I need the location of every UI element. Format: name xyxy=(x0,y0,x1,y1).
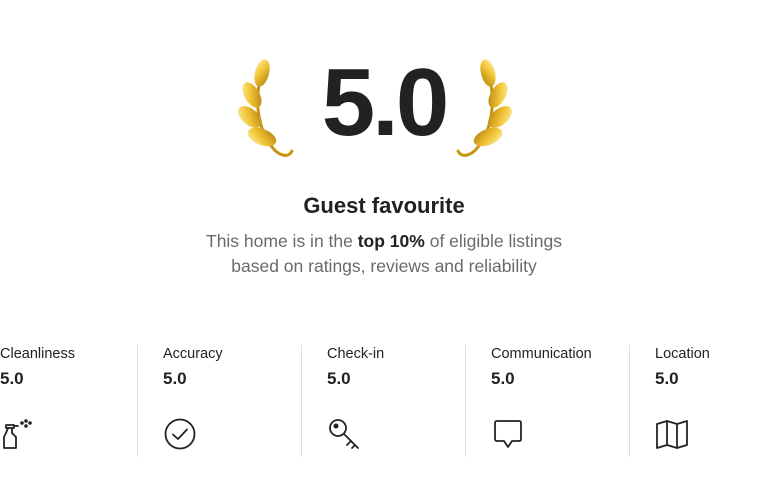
category-score: 5.0 xyxy=(491,369,515,388)
category-score: 5.0 xyxy=(655,369,679,388)
top-percent-highlight: top 10% xyxy=(357,231,425,251)
guest-favourite-title: Guest favourite xyxy=(303,193,465,218)
category-label: Cleanliness xyxy=(0,346,75,362)
description-text: This home is in the xyxy=(206,231,358,251)
category-label: Accuracy xyxy=(163,346,223,362)
guest-favourite-hero: 5.0 Guest favourite This home is in the … xyxy=(0,0,768,300)
overall-rating: 5.0 xyxy=(321,49,449,156)
category-divider xyxy=(629,345,630,457)
category-label: Location xyxy=(655,346,710,362)
check-circle-icon xyxy=(163,417,197,451)
category-divider xyxy=(301,345,302,457)
guest-favourite-description-line1: This home is in the top 10% of eligible … xyxy=(0,231,768,252)
map-icon xyxy=(655,417,689,451)
category-divider xyxy=(137,345,138,457)
category-label: Check-in xyxy=(327,346,385,362)
category-score: 5.0 xyxy=(0,369,24,388)
category-score: 5.0 xyxy=(163,369,187,388)
guest-favourite-description-line2: based on ratings, reviews and reliabilit… xyxy=(231,256,537,276)
category-label: Communication xyxy=(491,346,592,362)
category-divider xyxy=(465,345,466,457)
description-text: of eligible listings xyxy=(424,231,562,251)
category-score: 5.0 xyxy=(327,369,351,388)
key-icon xyxy=(327,417,361,451)
category-ratings: Cleanliness 5.0 Accuracy 5.0 Check-in 5.… xyxy=(0,343,768,458)
spray-bottle-icon xyxy=(0,417,34,451)
chat-bubble-icon xyxy=(491,417,525,451)
laurel-right-icon xyxy=(456,55,518,167)
